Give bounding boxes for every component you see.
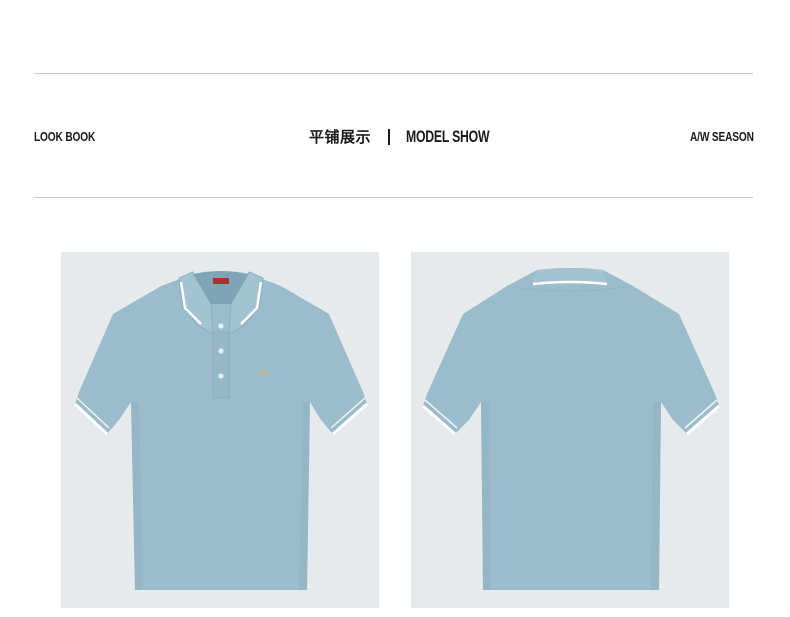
section-title: 平铺展示 MODEL SHOW: [309, 126, 522, 147]
polo-shirt-back-icon: [422, 268, 720, 590]
polo-shirt-front-icon: [73, 271, 368, 590]
product-image-back: [411, 252, 729, 608]
title-chinese: 平铺展示: [309, 128, 372, 146]
title-separator: [388, 128, 391, 145]
top-divider: [34, 73, 753, 74]
look-book-label: LOOK BOOK: [34, 129, 96, 144]
bottom-divider: [34, 197, 753, 198]
season-label: A/W SEASON: [690, 129, 754, 144]
product-image-front: [61, 252, 379, 608]
title-english: MODEL SHOW: [406, 126, 490, 146]
